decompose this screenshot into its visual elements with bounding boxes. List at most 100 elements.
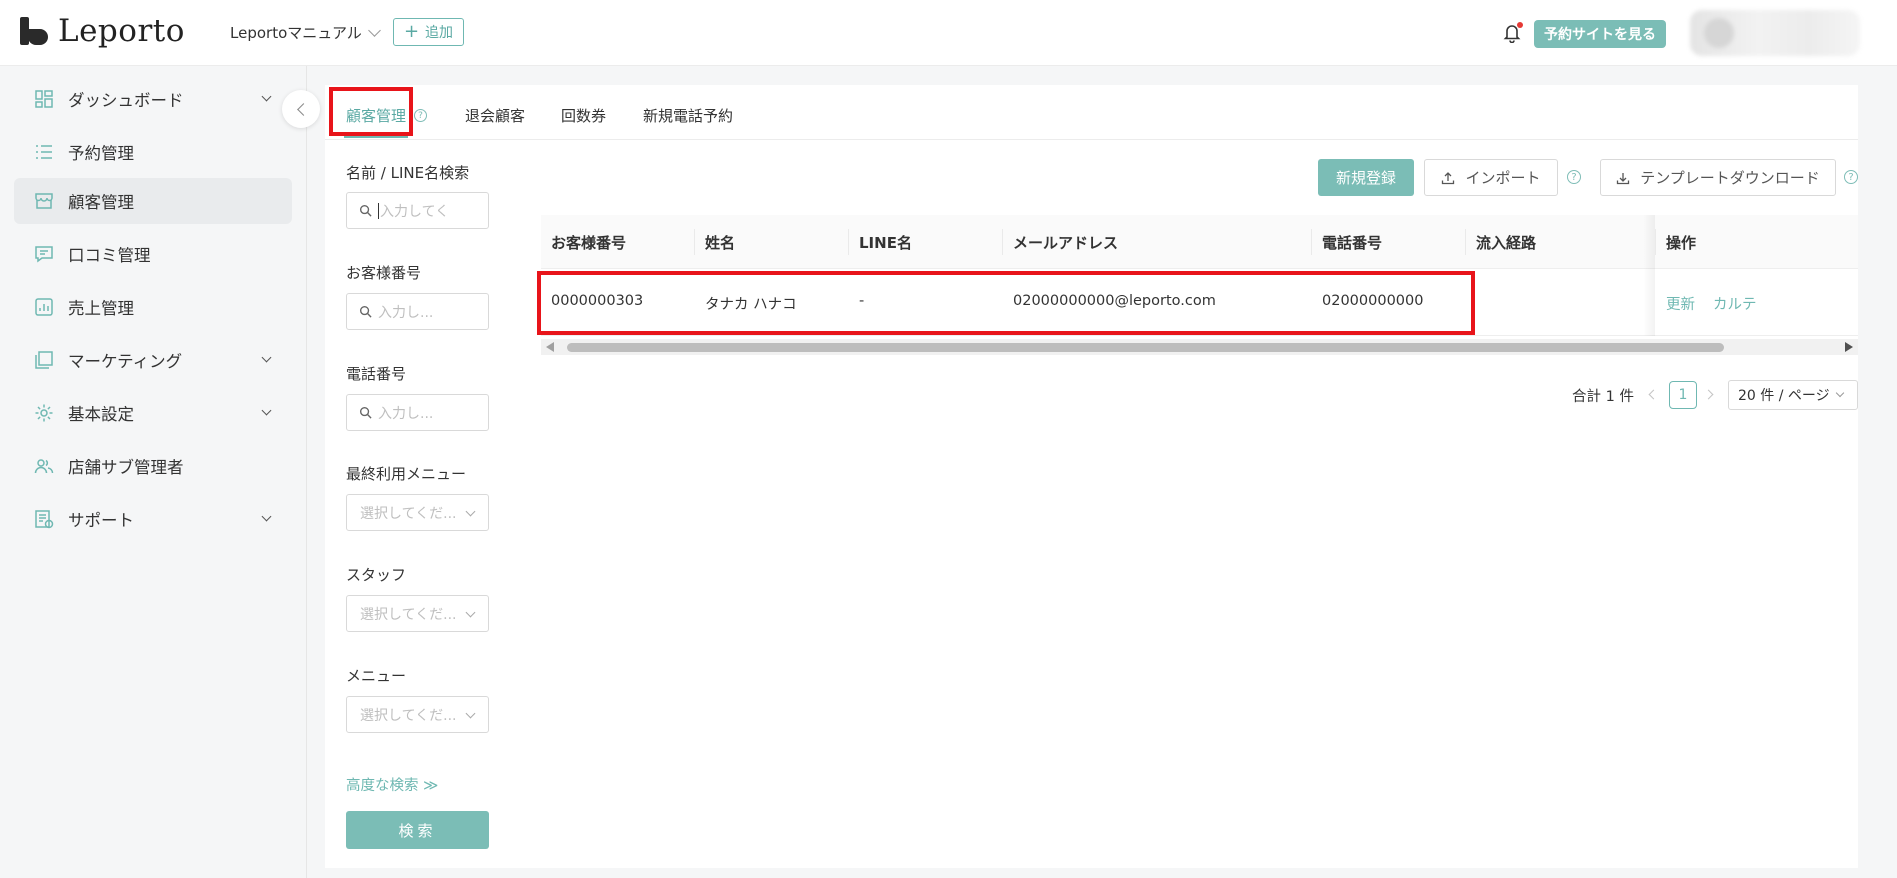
scrollbar-thumb[interactable] — [567, 343, 1724, 352]
search-button[interactable]: 検索 — [346, 811, 489, 849]
menu-select[interactable]: 選択してくだ... — [346, 696, 489, 733]
sidebar-item-sales[interactable]: 売上管理 — [14, 284, 292, 330]
store-selector[interactable]: Leportoマニュアル — [230, 22, 381, 43]
gear-icon — [34, 403, 54, 423]
column-separator — [694, 229, 695, 255]
menu-label: メニュー — [346, 667, 407, 685]
sidebar-collapse-button[interactable] — [282, 90, 320, 128]
customer-number-placeholder: 入力し... — [378, 304, 434, 321]
page-size-value: 20 件 / ページ — [1738, 388, 1830, 404]
column-email: メールアドレス — [1013, 234, 1119, 252]
add-store-button[interactable]: + 追加 — [393, 18, 464, 46]
phone-placeholder: 入力し... — [378, 405, 434, 422]
cards-icon — [34, 350, 54, 370]
column-customer-number: お客様番号 — [551, 234, 627, 252]
list-icon — [34, 142, 54, 162]
sidebar-item-label: 予約管理 — [68, 144, 134, 163]
chevron-down-icon — [465, 708, 476, 719]
sidebar-item-marketing[interactable]: マーケティング — [14, 337, 292, 383]
user-account-menu[interactable] — [1690, 10, 1860, 56]
next-page-icon[interactable] — [1703, 389, 1714, 400]
sidebar-item-label: サポート — [68, 511, 134, 530]
name-search-input[interactable]: 入力してく — [346, 192, 489, 229]
column-separator — [1465, 229, 1466, 255]
sidebar-item-label: 口コミ管理 — [68, 246, 151, 265]
horizontal-scrollbar[interactable] — [541, 339, 1858, 355]
sidebar-item-sub-admins[interactable]: 店舗サブ管理者 — [14, 443, 292, 489]
name-search-placeholder: 入力してく — [380, 203, 450, 220]
sidebar-item-settings[interactable]: 基本設定 — [14, 390, 292, 436]
help-icon[interactable]: ? — [414, 109, 428, 122]
sidebar-item-dashboard[interactable]: ダッシュボード — [14, 76, 292, 122]
chevron-down-icon — [465, 607, 476, 618]
last-menu-placeholder: 選択してくだ... — [360, 505, 457, 522]
advanced-search-link[interactable]: 高度な検索 ≫ — [346, 774, 438, 795]
sidebar-item-customers[interactable]: 顧客管理 — [14, 178, 292, 224]
text-cursor — [378, 202, 379, 219]
chevron-down-icon — [261, 511, 272, 522]
avatar — [1704, 18, 1734, 48]
search-icon — [359, 305, 372, 318]
new-registration-button[interactable]: 新規登録 — [1318, 159, 1414, 196]
sidebar-item-label: ダッシュボード — [68, 91, 184, 110]
column-source: 流入経路 — [1476, 234, 1537, 252]
staff-placeholder: 選択してくだ... — [360, 606, 457, 623]
import-button[interactable]: インポート — [1424, 159, 1558, 196]
name-search-label: 名前 / LINE名検索 — [346, 164, 470, 182]
tab-new-phone-booking[interactable]: 新規電話予約 — [643, 105, 733, 126]
notification-bell-icon[interactable] — [1503, 22, 1523, 44]
import-label: インポート — [1465, 169, 1541, 187]
comment-icon — [34, 244, 54, 264]
search-icon — [359, 204, 372, 217]
sidebar-item-label: 顧客管理 — [68, 193, 134, 212]
highlight-box-tab — [329, 87, 413, 136]
phone-label: 電話番号 — [346, 365, 407, 383]
total-count: 合計 1 件 — [1572, 389, 1634, 405]
column-phone: 電話番号 — [1322, 234, 1383, 252]
table-header: お客様番号 姓名 LINE名 メールアドレス 電話番号 流入経路 操作 — [541, 215, 1858, 269]
fixed-column-shadow — [1643, 215, 1655, 336]
plus-icon: + — [403, 21, 420, 42]
page-size-select[interactable]: 20 件 / ページ — [1728, 380, 1858, 410]
store-name: Leportoマニュアル — [230, 24, 362, 42]
scroll-left-icon[interactable] — [546, 342, 554, 352]
sidebar-item-reservations[interactable]: 予約管理 — [14, 129, 292, 175]
sidebar-item-support[interactable]: サポート — [14, 496, 292, 542]
notification-dot — [1517, 22, 1523, 28]
column-name: 姓名 — [705, 234, 736, 252]
view-booking-site-button[interactable]: 予約サイトを見る — [1534, 20, 1666, 48]
chevron-down-icon — [465, 506, 476, 517]
last-menu-label: 最終利用メニュー — [346, 465, 467, 483]
column-separator — [848, 229, 849, 255]
template-help-icon[interactable]: ? — [1844, 170, 1858, 184]
tab-coupon-tickets[interactable]: 回数券 — [561, 105, 606, 126]
staff-label: スタッフ — [346, 566, 407, 584]
import-help-icon[interactable]: ? — [1567, 170, 1581, 184]
column-separator — [1311, 229, 1312, 255]
page-button-current[interactable]: 1 — [1669, 381, 1697, 409]
search-icon — [359, 406, 372, 419]
last-menu-select[interactable]: 選択してくだ... — [346, 494, 489, 531]
sidebar-item-label: 店舗サブ管理者 — [68, 458, 184, 477]
column-separator — [1002, 229, 1003, 255]
column-line-name: LINE名 — [859, 234, 912, 252]
sidebar-item-label: 基本設定 — [68, 405, 134, 424]
staff-select[interactable]: 選択してくだ... — [346, 595, 489, 632]
karte-link[interactable]: カルテ — [1713, 293, 1757, 314]
column-separator — [1655, 229, 1656, 255]
highlight-box-row — [537, 271, 1475, 335]
update-link[interactable]: 更新 — [1666, 293, 1695, 314]
customer-number-label: お客様番号 — [346, 264, 422, 282]
customer-number-input[interactable]: 入力し... — [346, 293, 489, 330]
dashboard-icon — [34, 89, 54, 109]
chevron-down-icon — [261, 405, 272, 416]
scroll-right-icon[interactable] — [1845, 342, 1853, 352]
logo[interactable]: Leporto — [18, 13, 185, 49]
phone-input[interactable]: 入力し... — [346, 394, 489, 431]
logo-mark-icon — [18, 15, 50, 47]
tab-withdrawn-customers[interactable]: 退会顧客 — [465, 105, 525, 126]
prev-page-icon[interactable] — [1648, 389, 1659, 400]
users-icon — [34, 456, 54, 476]
sidebar-item-reviews[interactable]: 口コミ管理 — [14, 231, 292, 277]
template-download-button[interactable]: テンプレートダウンロード — [1600, 159, 1836, 196]
